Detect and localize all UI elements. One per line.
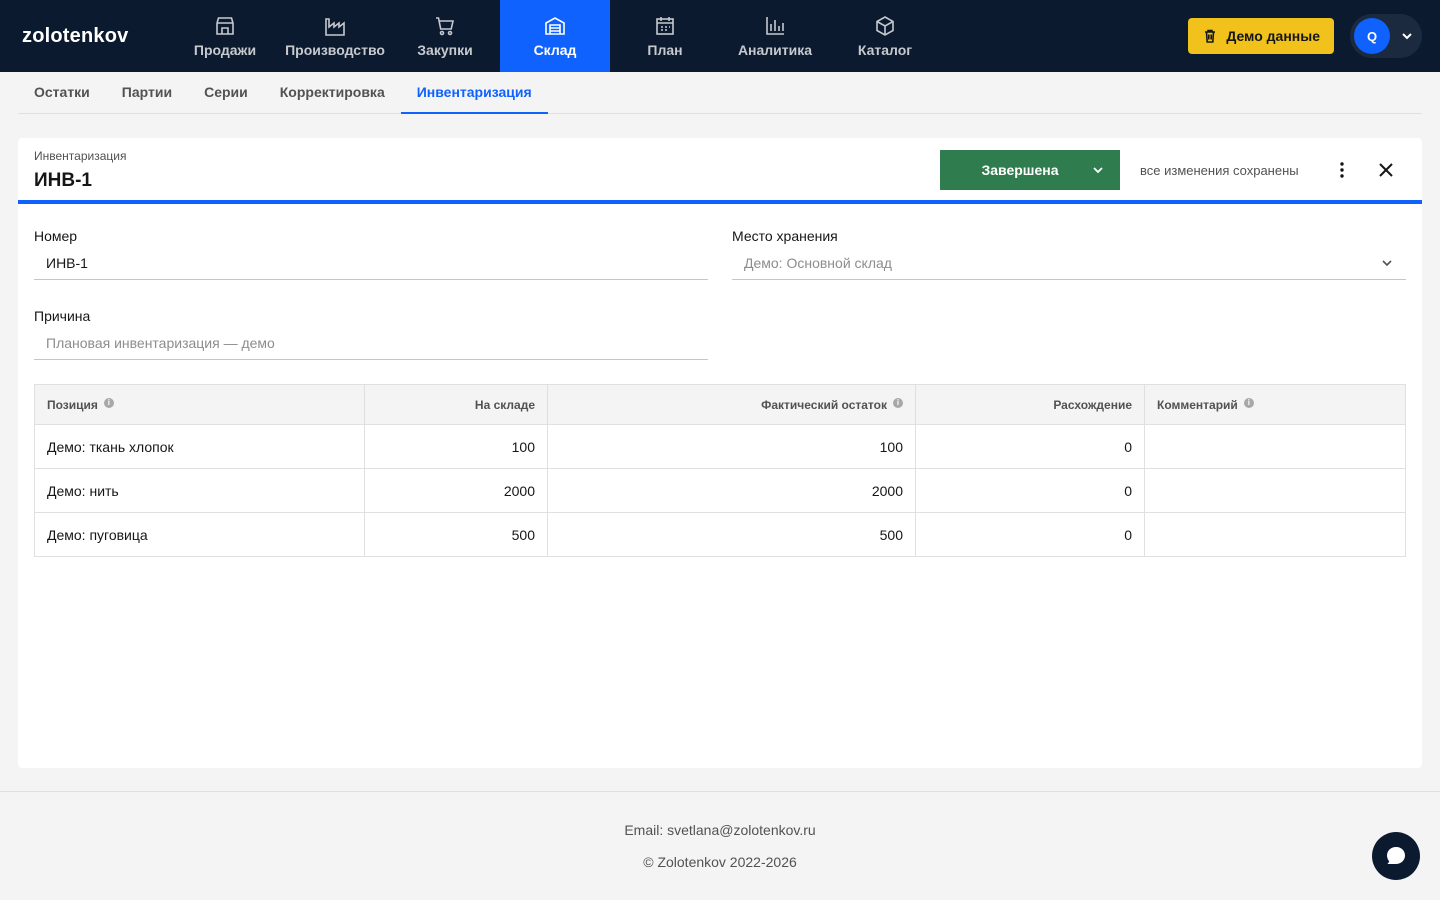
cell-comment[interactable] bbox=[1144, 512, 1406, 557]
tab-stock[interactable]: Остатки bbox=[18, 72, 106, 114]
cell-comment[interactable] bbox=[1144, 424, 1406, 469]
logo[interactable]: zolotenkov bbox=[0, 0, 170, 72]
cell-difference: 0 bbox=[915, 468, 1145, 513]
column-header-actual: Фактический остаток i bbox=[547, 384, 916, 425]
cell-actual[interactable]: 500 bbox=[547, 512, 916, 557]
nav-item-analytics[interactable]: Аналитика bbox=[720, 0, 830, 72]
reason-label: Причина bbox=[34, 308, 91, 324]
cell-stock: 100 bbox=[364, 424, 548, 469]
cell-actual[interactable]: 100 bbox=[547, 424, 916, 469]
inventory-table: Позиция i На складе Фактический остаток i … bbox=[34, 384, 1406, 557]
nav-item-plan[interactable]: План bbox=[610, 0, 720, 72]
table-row: Демо: пуговица 500 500 0 bbox=[34, 512, 1406, 557]
calendar-icon bbox=[656, 17, 674, 35]
user-menu[interactable]: Q bbox=[1350, 14, 1422, 58]
table-row: Демо: нить 2000 2000 0 bbox=[34, 468, 1406, 513]
warehouse-subtabs: Остатки Партии Серии Корректировка Инвен… bbox=[18, 72, 1422, 114]
nav-item-label: Склад bbox=[533, 42, 577, 58]
package-icon bbox=[876, 16, 894, 36]
tab-adjustment[interactable]: Корректировка bbox=[264, 72, 401, 114]
cell-position: Демо: нить bbox=[34, 468, 365, 513]
storage-label: Место хранения bbox=[732, 228, 838, 244]
nav-item-label: Закупки bbox=[417, 42, 473, 58]
main-nav: Продажи Производство Закупки Склад План … bbox=[170, 0, 940, 72]
cell-position: Демо: пуговица bbox=[34, 512, 365, 557]
cell-difference: 0 bbox=[915, 424, 1145, 469]
trash-icon bbox=[1205, 29, 1216, 43]
nav-item-sales[interactable]: Продажи bbox=[170, 0, 280, 72]
column-header-comment: Комментарий i bbox=[1144, 384, 1406, 425]
nav-item-label: Каталог bbox=[857, 42, 913, 58]
status-dropdown-button[interactable]: Завершена bbox=[940, 150, 1120, 190]
nav-item-label: Производство bbox=[285, 42, 385, 58]
card-header: Инвентаризация ИНВ-1 Завершена все измен… bbox=[18, 138, 1422, 204]
nav-item-production[interactable]: Производство bbox=[280, 0, 390, 72]
warehouse-icon bbox=[545, 17, 565, 35]
demo-data-button[interactable]: Демо данные bbox=[1188, 18, 1334, 54]
cell-stock: 2000 bbox=[364, 468, 548, 513]
reason-input[interactable] bbox=[34, 326, 708, 360]
avatar: Q bbox=[1354, 18, 1390, 54]
info-icon[interactable]: i bbox=[1243, 397, 1254, 408]
demo-data-label: Демо данные bbox=[1226, 28, 1320, 44]
chat-bubble-icon bbox=[1387, 847, 1405, 864]
column-header-difference: Расхождение bbox=[915, 384, 1145, 425]
footer: Email: svetlana@zolotenkov.ru © Zolotenk… bbox=[0, 791, 1440, 900]
cell-actual[interactable]: 2000 bbox=[547, 468, 916, 513]
info-icon[interactable]: i bbox=[893, 397, 903, 408]
table-row: Демо: ткань хлопок 100 100 0 bbox=[34, 424, 1406, 469]
store-icon bbox=[216, 17, 234, 35]
column-header-position: Позиция i bbox=[34, 384, 365, 425]
chevron-down-icon bbox=[1093, 167, 1103, 174]
storage-selected-value: Демо: Основной склад bbox=[744, 254, 892, 271]
cell-difference: 0 bbox=[915, 512, 1145, 557]
nav-item-label: Продажи bbox=[193, 42, 257, 58]
factory-icon bbox=[325, 18, 345, 36]
footer-copyright: © Zolotenkov 2022-2026 bbox=[643, 854, 797, 870]
tab-batches[interactable]: Партии bbox=[106, 72, 188, 114]
page-title: ИНВ-1 bbox=[34, 170, 92, 191]
nav-item-label: Аналитика bbox=[737, 42, 813, 58]
cell-position: Демо: ткань хлопок bbox=[34, 424, 365, 469]
tab-inventory[interactable]: Инвентаризация bbox=[400, 72, 548, 114]
chevron-down-icon bbox=[1382, 259, 1392, 266]
number-input[interactable] bbox=[34, 246, 708, 280]
nav-item-label: План bbox=[647, 42, 683, 58]
more-options-icon[interactable] bbox=[1330, 158, 1354, 182]
card-kicker: Инвентаризация bbox=[34, 149, 127, 163]
number-label: Номер bbox=[34, 228, 78, 244]
nav-item-catalog[interactable]: Каталог bbox=[830, 0, 940, 72]
chat-button[interactable] bbox=[1372, 832, 1420, 880]
status-label: Завершена bbox=[981, 162, 1059, 178]
top-right-actions: Демо данные Q bbox=[1188, 0, 1440, 72]
nav-item-purchases[interactable]: Закупки bbox=[390, 0, 500, 72]
save-status-text: все изменения сохранены bbox=[1140, 163, 1299, 178]
cell-comment[interactable] bbox=[1144, 468, 1406, 513]
cart-icon bbox=[436, 17, 454, 36]
cell-stock: 500 bbox=[364, 512, 548, 557]
tab-series[interactable]: Серии bbox=[188, 72, 264, 114]
close-icon[interactable] bbox=[1374, 158, 1398, 182]
column-header-stock: На складе bbox=[364, 384, 548, 425]
nav-item-warehouse[interactable]: Склад bbox=[500, 0, 610, 72]
chevron-down-icon bbox=[1402, 33, 1412, 40]
top-navigation-bar: zolotenkov Продажи Производство Закупки … bbox=[0, 0, 1440, 72]
table-header-row: Позиция i На складе Фактический остаток i … bbox=[34, 384, 1406, 425]
info-icon[interactable]: i bbox=[103, 397, 114, 408]
footer-email[interactable]: Email: svetlana@zolotenkov.ru bbox=[0, 822, 1440, 838]
inventory-card: Инвентаризация ИНВ-1 Завершена все измен… bbox=[18, 138, 1422, 768]
storage-select[interactable]: Демо: Основной склад bbox=[732, 246, 1406, 280]
chart-icon bbox=[766, 17, 784, 35]
